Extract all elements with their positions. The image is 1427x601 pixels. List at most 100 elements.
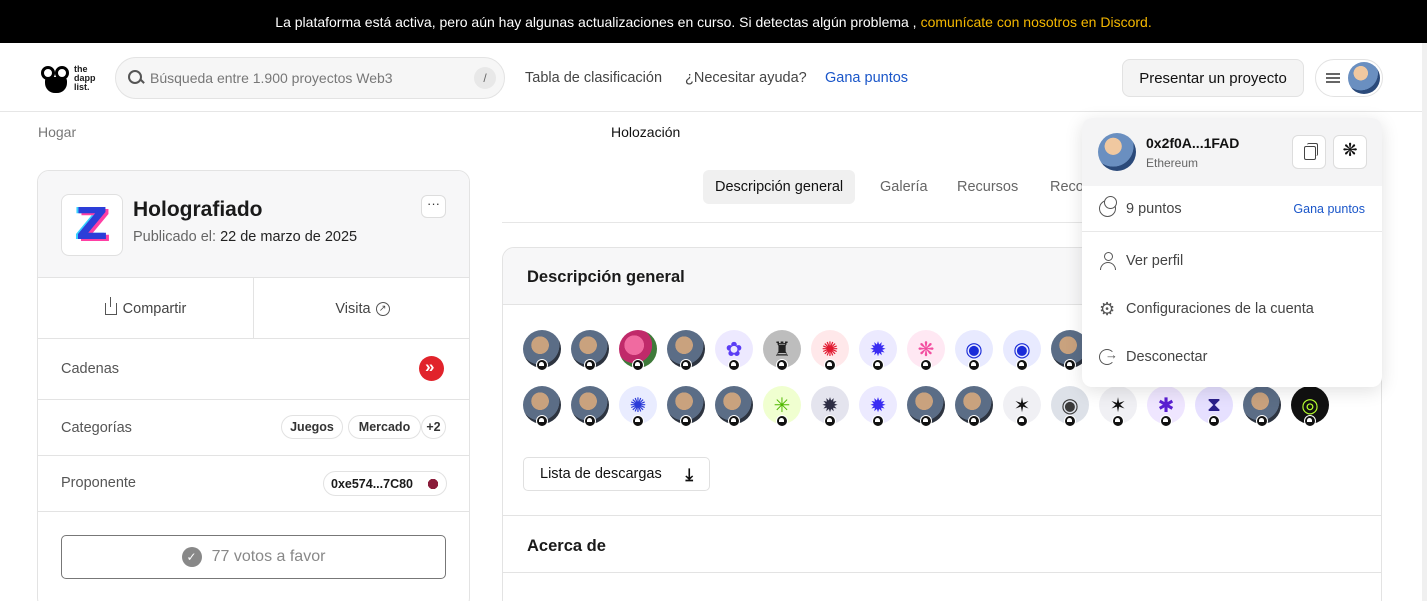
wallet-chain: Ethereum — [1146, 156, 1199, 170]
account-dropdown: 0x2f0A...1FAD Ethereum 9 puntos Gana pun… — [1082, 118, 1382, 387]
tab-recommendations[interactable]: Reco — [1050, 170, 1084, 204]
search-shortcut-key: / — [474, 67, 496, 89]
voter-avatar-green-swirl[interactable]: ◎ — [1291, 386, 1329, 427]
tab-gallery[interactable]: Galería — [880, 170, 928, 204]
category-tag-games[interactable]: Juegos — [281, 415, 343, 439]
points-row: 9 puntos Gana puntos — [1082, 186, 1382, 232]
voter-avatar-photo-3[interactable] — [667, 330, 705, 371]
voter-avatar-blue-burst[interactable]: ✹ — [859, 386, 897, 427]
project-card-header: Holografiado Publicado el: 22 de marzo d… — [38, 171, 469, 278]
voter-avatar-photo-9[interactable] — [907, 386, 945, 427]
earn-points-link[interactable]: Gana puntos — [1293, 202, 1365, 216]
external-link-icon: ↗ — [375, 301, 390, 316]
account-menu-button[interactable] — [1315, 59, 1383, 97]
voter-avatar-blue-burst[interactable]: ✹ — [859, 330, 897, 371]
upvote-badge-icon — [872, 415, 884, 427]
wallet-header: 0x2f0A...1FAD Ethereum — [1082, 118, 1382, 186]
upvote-badge-icon — [1208, 415, 1220, 427]
user-avatar — [1348, 62, 1380, 94]
submit-project-button[interactable]: Presentar un proyecto — [1122, 59, 1304, 97]
voter-avatar-photo-8[interactable] — [715, 386, 753, 427]
menu-item-view-profile[interactable]: Ver perfil — [1082, 238, 1382, 284]
action-row: Compartir Visita ↗ — [38, 278, 469, 339]
upvote-badge-icon — [680, 415, 692, 427]
upvote-badge-icon — [728, 359, 740, 371]
published-date: 22 de marzo de 2025 — [220, 229, 358, 245]
page-scrollbar[interactable] — [1422, 43, 1427, 601]
voter-avatar-photo-7[interactable] — [667, 386, 705, 427]
voter-avatar-purple-flower[interactable]: ✿ — [715, 330, 753, 371]
proposer-address[interactable]: 0xe574...7C80 — [323, 471, 447, 496]
upvote-badge-icon — [680, 359, 692, 371]
upvote-badge-icon — [536, 415, 548, 427]
download-list-button[interactable]: Lista de descargas ⤓ — [523, 457, 710, 491]
chains-row: Cadenas — [38, 339, 469, 400]
search-input[interactable] — [150, 70, 470, 86]
category-tag-market[interactable]: Mercado — [348, 415, 421, 439]
voter-avatar-photo-6[interactable] — [571, 386, 609, 427]
upvote-badge-icon — [1304, 415, 1316, 427]
upvote-badge-icon — [824, 359, 836, 371]
share-button[interactable]: Compartir — [38, 278, 254, 339]
upvote-badge-icon — [632, 359, 644, 371]
copy-address-icon[interactable] — [1292, 135, 1326, 169]
voter-avatar-photo-2[interactable] — [571, 330, 609, 371]
points-count: 9 puntos — [1126, 201, 1182, 217]
download-icon: ⤓ — [685, 465, 693, 484]
more-options-button[interactable]: ··· — [421, 195, 446, 218]
voter-avatar-pink-burst[interactable]: ❋ — [907, 330, 945, 371]
upvote-button[interactable]: ✓ 77 votos a favor — [61, 535, 446, 579]
logout-icon — [1099, 347, 1118, 366]
breadcrumb-home[interactable]: Hogar — [38, 124, 76, 140]
voter-avatar-red-burst[interactable]: ✺ — [811, 330, 849, 371]
upvote-badge-icon — [536, 359, 548, 371]
menu-item-disconnect[interactable]: Desconectar — [1082, 334, 1382, 380]
tab-resources[interactable]: Recursos — [957, 170, 1018, 204]
owl-logo-icon — [40, 63, 72, 93]
section-divider — [503, 515, 1381, 516]
voter-avatar-purple-star[interactable]: ✱ — [1147, 386, 1185, 427]
nav-help[interactable]: ¿Necesitar ayuda? — [685, 70, 807, 86]
discord-link[interactable]: comunícate con nosotros en Discord. — [921, 14, 1152, 30]
upvote-badge-icon — [872, 359, 884, 371]
hive-chain-icon[interactable] — [419, 356, 444, 381]
voter-avatar-black-ring[interactable]: ◉ — [1051, 386, 1089, 427]
voter-avatar-photo-1[interactable] — [523, 330, 561, 371]
upvote-badge-icon — [1016, 359, 1028, 371]
voter-avatar-black-star[interactable]: ✶ — [1003, 386, 1041, 427]
upvote-badge-icon — [968, 359, 980, 371]
tabs-divider — [502, 222, 1082, 223]
voter-avatar-photo-11[interactable] — [1243, 386, 1281, 427]
voter-avatar-black-star[interactable]: ✶ — [1099, 386, 1137, 427]
nav-leaderboard[interactable]: Tabla de clasificación — [525, 70, 662, 86]
logo-text: the dapp list. — [74, 63, 96, 92]
tab-overview[interactable]: Descripción general — [703, 170, 856, 204]
wallet-avatar — [1098, 133, 1136, 171]
network-icon[interactable] — [1333, 135, 1367, 169]
upvote-badge-icon — [1016, 415, 1028, 427]
voter-avatar-roses[interactable] — [619, 330, 657, 371]
category-tag-more[interactable]: +2 — [421, 415, 446, 439]
visit-button[interactable]: Visita ↗ — [254, 278, 469, 339]
search-bar[interactable]: / — [115, 57, 505, 99]
proposer-label: Proponente — [61, 475, 136, 491]
categories-label: Categorías — [61, 420, 132, 436]
dapplist-logo[interactable]: the dapp list. — [40, 61, 102, 95]
voter-avatar-photo-10[interactable] — [955, 386, 993, 427]
share-icon — [104, 296, 117, 315]
chains-label: Cadenas — [61, 361, 120, 377]
voter-avatar-photo-5[interactable] — [523, 386, 561, 427]
voter-avatar-purple-hourglass[interactable]: ⧗ — [1195, 386, 1233, 427]
voter-avatar-hat[interactable]: ♜ — [763, 330, 801, 371]
menu-item-account-settings[interactable]: ⚙ Configuraciones de la cuenta — [1082, 286, 1382, 332]
upvote-badge-icon — [1064, 359, 1076, 371]
upvote-badge-icon — [584, 359, 596, 371]
voter-avatar-dark-star[interactable]: ✹ — [811, 386, 849, 427]
upvote-badge-icon — [968, 415, 980, 427]
voter-avatar-blue-ring[interactable]: ◉ — [955, 330, 993, 371]
voter-avatar-blue-dots[interactable]: ✺ — [619, 386, 657, 427]
upvote-badge-icon — [632, 415, 644, 427]
nav-earn-points[interactable]: Gana puntos — [825, 70, 908, 86]
voter-avatar-blue-ring[interactable]: ◉ — [1003, 330, 1041, 371]
voter-avatar-green-star[interactable]: ✳ — [763, 386, 801, 427]
